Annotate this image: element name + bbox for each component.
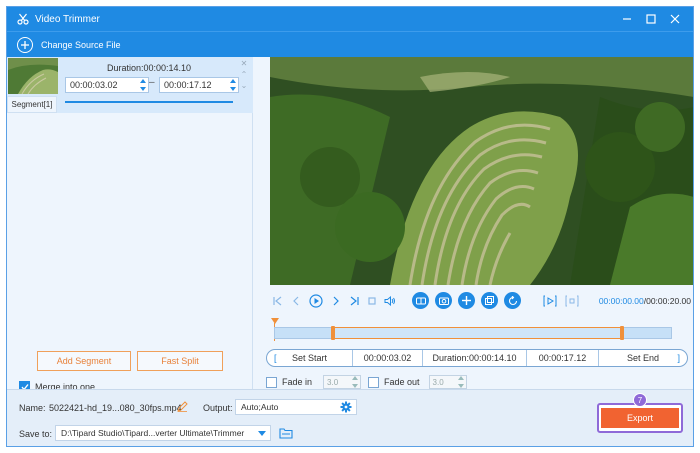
output-label: Output: xyxy=(203,403,233,413)
next-frame-icon[interactable] xyxy=(328,293,344,309)
trim-timeline[interactable] xyxy=(274,326,672,340)
range-separator: – xyxy=(149,77,155,88)
playhead-marker[interactable] xyxy=(271,318,279,324)
save-path-field[interactable]: D:\Tipard Studio\Tipard...verter Ultimat… xyxy=(55,425,271,441)
decrease-icon[interactable] xyxy=(140,87,146,91)
set-end-button[interactable]: Set End ] xyxy=(599,350,687,366)
minimize-button[interactable] xyxy=(615,7,639,31)
player-controls: 00:00:00.00/00:00:20.00 xyxy=(254,291,693,311)
set-range-bar: [ Set Start 00:00:03.02 Duration:00:00:1… xyxy=(266,349,688,367)
preview-panel: 00:00:00.00/00:00:20.00 [ Set Start 00:0… xyxy=(254,57,693,389)
stop-icon[interactable] xyxy=(364,293,380,309)
fade-out-checkbox[interactable] xyxy=(368,376,379,388)
segment-panel: Segment[1] Duration:00:00:14.10 00:00:03… xyxy=(7,57,253,392)
file-name: 5022421-hd_19...080_30fps.mp4 xyxy=(49,403,182,413)
name-label: Name: xyxy=(19,403,46,413)
add-circle-icon[interactable] xyxy=(17,36,33,53)
trim-selection[interactable] xyxy=(331,326,624,340)
step-badge: 7 xyxy=(633,393,647,407)
segment-end-input[interactable]: 00:00:17.12 xyxy=(159,77,239,93)
video-trimmer-window: Video Trimmer Change Source File Segment… xyxy=(6,6,694,447)
stop-segment-icon[interactable] xyxy=(564,293,580,309)
skip-end-icon[interactable] xyxy=(346,293,362,309)
set-start-button[interactable]: [ Set Start xyxy=(267,350,353,366)
play-segment-icon[interactable] xyxy=(542,293,558,309)
fade-out-option[interactable]: Fade out 3.0 xyxy=(368,375,467,389)
snapshot-icon[interactable] xyxy=(435,292,452,309)
window-title: Video Trimmer xyxy=(35,13,100,25)
output-bar: Name: 5022421-hd_19...080_30fps.mp4 Outp… xyxy=(7,389,693,446)
save-to-label: Save to: xyxy=(19,429,53,439)
scissors-icon xyxy=(15,13,31,25)
increase-icon[interactable] xyxy=(140,79,146,83)
add-icon[interactable] xyxy=(458,292,475,309)
volume-icon[interactable] xyxy=(382,293,398,309)
copy-icon[interactable] xyxy=(481,292,498,309)
increase-icon[interactable] xyxy=(230,79,236,83)
segment-tag: Segment[1] xyxy=(7,96,57,113)
range-duration: Duration:00:00:14.10 xyxy=(423,350,527,366)
segment-progress-line xyxy=(65,101,233,103)
decrease-icon[interactable] xyxy=(230,87,236,91)
trim-start-handle[interactable] xyxy=(331,326,335,340)
segment-duration: Duration:00:00:14.10 xyxy=(106,63,192,73)
segment-down-icon[interactable]: ⌄ xyxy=(241,81,248,90)
maximize-button[interactable] xyxy=(639,7,663,31)
export-highlight: Export xyxy=(597,403,683,433)
close-button[interactable] xyxy=(663,7,687,31)
video-preview[interactable] xyxy=(270,57,693,285)
clip-icon[interactable] xyxy=(412,292,429,309)
output-format-field[interactable]: Auto;Auto xyxy=(235,399,357,415)
fade-in-checkbox[interactable] xyxy=(266,376,277,388)
edit-name-icon[interactable] xyxy=(177,401,188,414)
change-source-label[interactable]: Change Source File xyxy=(41,40,121,50)
fade-in-input[interactable]: 3.0 xyxy=(323,375,362,389)
folder-icon[interactable] xyxy=(279,427,293,441)
time-readout: 00:00:00.00/00:00:20.00 xyxy=(599,296,691,306)
skip-start-icon[interactable] xyxy=(270,293,286,309)
current-time: 00:00:00.00 xyxy=(598,296,644,306)
dropdown-arrow-icon[interactable] xyxy=(258,431,266,436)
start-time-input[interactable]: 00:00:03.02 xyxy=(353,350,423,366)
prev-frame-icon[interactable] xyxy=(288,293,304,309)
total-time: /00:00:20.00 xyxy=(643,296,691,306)
title-bar: Video Trimmer xyxy=(7,7,693,31)
segment-thumbnail[interactable] xyxy=(8,58,58,94)
end-time-input[interactable]: 00:00:17.12 xyxy=(527,350,599,366)
fade-in-option[interactable]: Fade in 3.0 xyxy=(266,375,362,389)
segment-start-input[interactable]: 00:00:03.02 xyxy=(65,77,149,93)
add-segment-button[interactable]: Add Segment xyxy=(37,351,131,371)
settings-gear-icon[interactable] xyxy=(340,401,352,415)
fade-out-input[interactable]: 3.0 xyxy=(428,375,467,389)
reset-icon[interactable] xyxy=(504,292,521,309)
segment-up-icon[interactable]: ⌃ xyxy=(241,70,248,79)
trim-end-handle[interactable] xyxy=(620,326,624,340)
play-icon[interactable] xyxy=(308,293,324,309)
segment-details: Duration:00:00:14.10 00:00:03.02 – 00:00… xyxy=(59,57,253,113)
fast-split-button[interactable]: Fast Split xyxy=(137,351,223,371)
change-source-bar[interactable]: Change Source File xyxy=(7,31,693,57)
export-button[interactable]: Export xyxy=(601,408,679,428)
segment-row[interactable]: Segment[1] Duration:00:00:14.10 00:00:03… xyxy=(7,57,253,113)
segment-delete-icon[interactable]: ✕ xyxy=(241,59,248,68)
